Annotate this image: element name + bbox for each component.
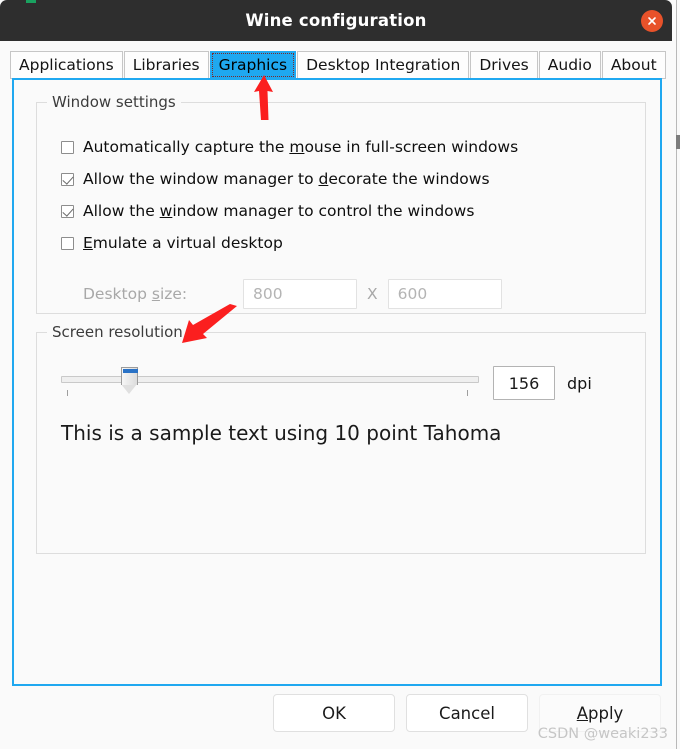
apply-button-label: Apply [576,703,624,723]
checkbox-box[interactable] [61,236,74,250]
tab-desktop-integration[interactable]: Desktop Integration [297,51,470,79]
desktop-size-row: Desktop size: X [83,279,502,309]
slider-tick-max [467,390,468,396]
title-bar: Wine configuration [0,0,672,41]
tab-label: Applications [19,55,114,74]
dpi-input[interactable] [493,366,555,400]
checkbox-label: Emulate a virtual desktop [83,234,283,252]
tab-audio[interactable]: Audio [538,51,601,79]
window-title: Wine configuration [245,11,427,30]
checkbox-label: Automatically capture the mouse in full-… [83,138,519,156]
tab-about[interactable]: About [601,51,666,79]
tab-label: Audio [547,55,592,74]
tab-label: Desktop Integration [306,55,461,74]
tab-graphics[interactable]: Graphics [209,51,297,79]
wine-configuration-window: Wine configuration Applications Librarie… [0,0,680,749]
dialog-button-bar: OK Cancel Apply [0,694,672,740]
checkbox-control-windows[interactable]: Allow the window manager to control the … [61,201,474,221]
tab-label: Drives [479,55,529,74]
desktop-size-separator: X [367,285,378,303]
window-settings-group: Window settings Automatically capture th… [36,93,646,314]
dpi-unit-label: dpi [567,374,592,393]
ok-button[interactable]: OK [273,694,395,732]
close-icon[interactable] [641,9,663,32]
desktop-size-label: Desktop size: [83,285,188,303]
window-decoration-pip [26,0,36,3]
checkbox-box[interactable] [61,140,74,154]
screen-resolution-group: Screen resolution dpi This is a sample t… [36,323,646,554]
apply-button[interactable]: Apply [539,694,661,732]
graphics-tab-panel: Window settings Automatically capture th… [12,78,662,686]
checkbox-capture-mouse[interactable]: Automatically capture the mouse in full-… [61,137,518,157]
cancel-button[interactable]: Cancel [406,694,528,732]
slider-thumb-body [121,367,138,385]
slider-tick-min [67,390,68,396]
scrollbar-marker [676,135,680,149]
slider-thumb-point [121,384,137,394]
dpi-slider[interactable] [61,363,479,397]
screen-resolution-group-label: Screen resolution [47,323,188,341]
checkbox-box[interactable] [61,204,74,218]
desktop-width-input[interactable] [243,279,357,309]
checkbox-label: Allow the window manager to decorate the… [83,170,490,188]
window-settings-group-label: Window settings [47,93,181,111]
tab-label: About [610,55,657,74]
tab-libraries[interactable]: Libraries [123,51,209,79]
tab-drives[interactable]: Drives [470,51,538,79]
checkbox-box[interactable] [61,172,74,186]
checkbox-emulate-virtual-desktop[interactable]: Emulate a virtual desktop [61,233,283,253]
checkbox-decorate-windows[interactable]: Allow the window manager to decorate the… [61,169,490,189]
tab-label: Graphics [218,55,288,74]
slider-thumb[interactable] [121,367,138,394]
checkbox-label: Allow the window manager to control the … [83,202,475,220]
font-sample-text: This is a sample text using 10 point Tah… [61,421,502,445]
window-right-edge [676,0,680,749]
slider-thumb-accent [123,369,138,373]
tab-label: Libraries [132,55,200,74]
desktop-height-input[interactable] [387,279,502,309]
tab-applications[interactable]: Applications [10,51,123,79]
tab-strip: Applications Libraries Graphics Desktop … [10,51,667,79]
